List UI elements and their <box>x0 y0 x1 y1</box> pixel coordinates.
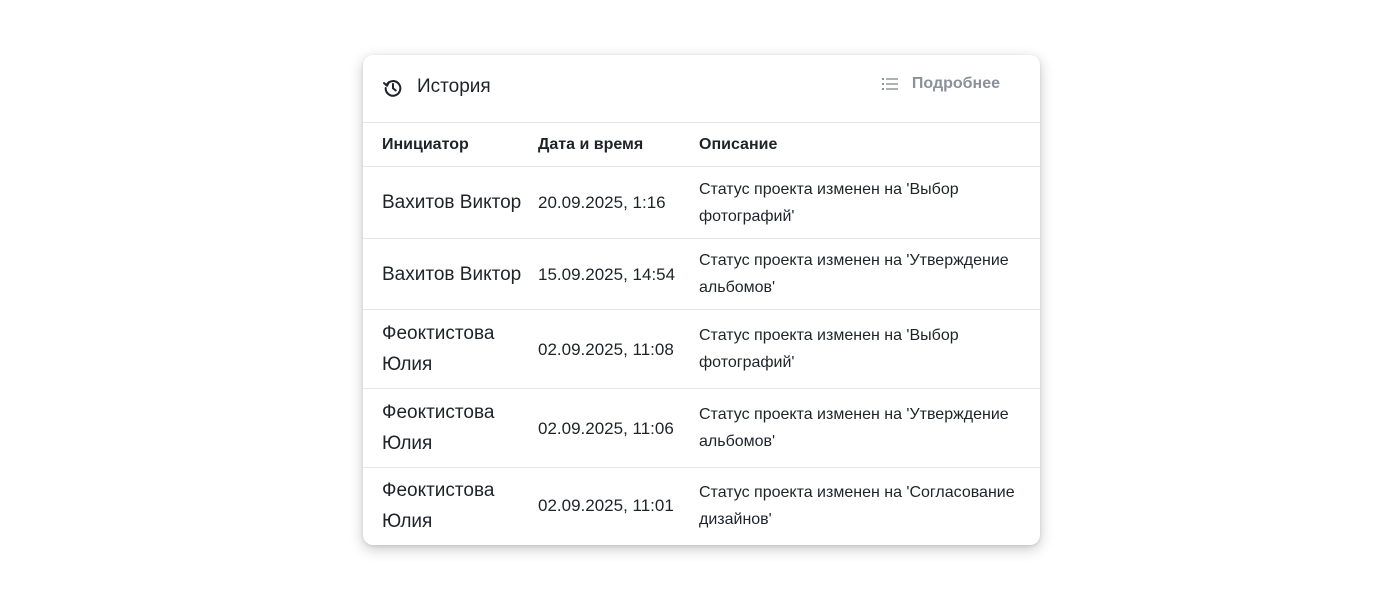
description-cell: Статус проекта изменен на 'Выбор фотогра… <box>699 309 1040 389</box>
initiator-name: Феоктистова Юлия <box>382 402 495 454</box>
datetime-value: 02.09.2025, 11:01 <box>538 496 674 516</box>
datetime-value: 15.09.2025, 14:54 <box>538 264 676 284</box>
history-table: Инициатор Дата и время Описание Вахитов … <box>363 123 1040 544</box>
initiator-name: Вахитов Виктор <box>382 192 522 213</box>
datetime-cell: 02.09.2025, 11:06 <box>538 388 699 468</box>
description-cell: Статус проекта изменен на 'Утверждение а… <box>699 388 1040 468</box>
table-header-row: Инициатор Дата и время Описание <box>363 123 1040 167</box>
initiator-cell: Феоктистова Юлия <box>363 388 538 468</box>
details-link-label: Подробнее <box>911 75 1000 92</box>
description-cell: Статус проекта изменен на 'Утверждение а… <box>699 238 1040 310</box>
panel-title: История <box>417 76 491 97</box>
initiator-name: Вахитов Виктор <box>382 263 522 285</box>
description-text: Статус проекта изменен на 'Согласование … <box>699 483 1015 528</box>
datetime-value: 20.09.2025, 1:16 <box>538 193 666 212</box>
initiator-name: Феоктистова Юлия <box>382 323 495 375</box>
history-panel-header: История Подробнее <box>363 55 1040 123</box>
table-row: Феоктистова Юлия 02.09.2025, 11:01 Стату… <box>363 468 1040 544</box>
details-link[interactable]: Подробнее <box>881 73 1000 95</box>
column-header-initiator: Инициатор <box>363 123 538 167</box>
column-header-datetime: Дата и время <box>538 123 699 167</box>
history-icon <box>383 80 402 97</box>
table-row: Феоктистова Юлия 02.09.2025, 11:08 Стату… <box>363 309 1040 389</box>
initiator-cell: Вахитов Виктор <box>363 166 538 239</box>
column-header-description: Описание <box>699 123 1040 167</box>
list-icon <box>881 78 898 90</box>
initiator-name: Феоктистова Юлия <box>382 479 495 532</box>
history-panel: История Подробнее Инициатор Дата и время… <box>363 55 1040 545</box>
description-cell: Статус проекта изменен на 'Выбор фотогра… <box>699 166 1040 239</box>
description-text: Статус проекта изменен на 'Утверждение а… <box>699 406 1009 450</box>
initiator-cell: Вахитов Виктор <box>363 238 538 310</box>
table-row: Вахитов Виктор 20.09.2025, 1:16 Статус п… <box>363 166 1040 239</box>
datetime-cell: 15.09.2025, 14:54 <box>538 238 699 310</box>
initiator-cell: Феоктистова Юлия <box>363 309 538 389</box>
datetime-cell: 02.09.2025, 11:01 <box>538 468 699 544</box>
datetime-cell: 20.09.2025, 1:16 <box>538 166 699 239</box>
description-text: Статус проекта изменен на 'Выбор фотогра… <box>699 180 959 225</box>
table-row: Вахитов Виктор 15.09.2025, 14:54 Статус … <box>363 238 1040 310</box>
datetime-cell: 02.09.2025, 11:08 <box>538 309 699 389</box>
table-row: Феоктистова Юлия 02.09.2025, 11:06 Стату… <box>363 388 1040 468</box>
datetime-value: 02.09.2025, 11:06 <box>538 418 674 438</box>
description-cell: Статус проекта изменен на 'Согласование … <box>699 468 1040 544</box>
datetime-value: 02.09.2025, 11:08 <box>538 339 674 359</box>
description-text: Статус проекта изменен на 'Утверждение а… <box>699 252 1009 296</box>
initiator-cell: Феоктистова Юлия <box>363 468 538 544</box>
description-text: Статус проекта изменен на 'Выбор фотогра… <box>699 327 959 371</box>
